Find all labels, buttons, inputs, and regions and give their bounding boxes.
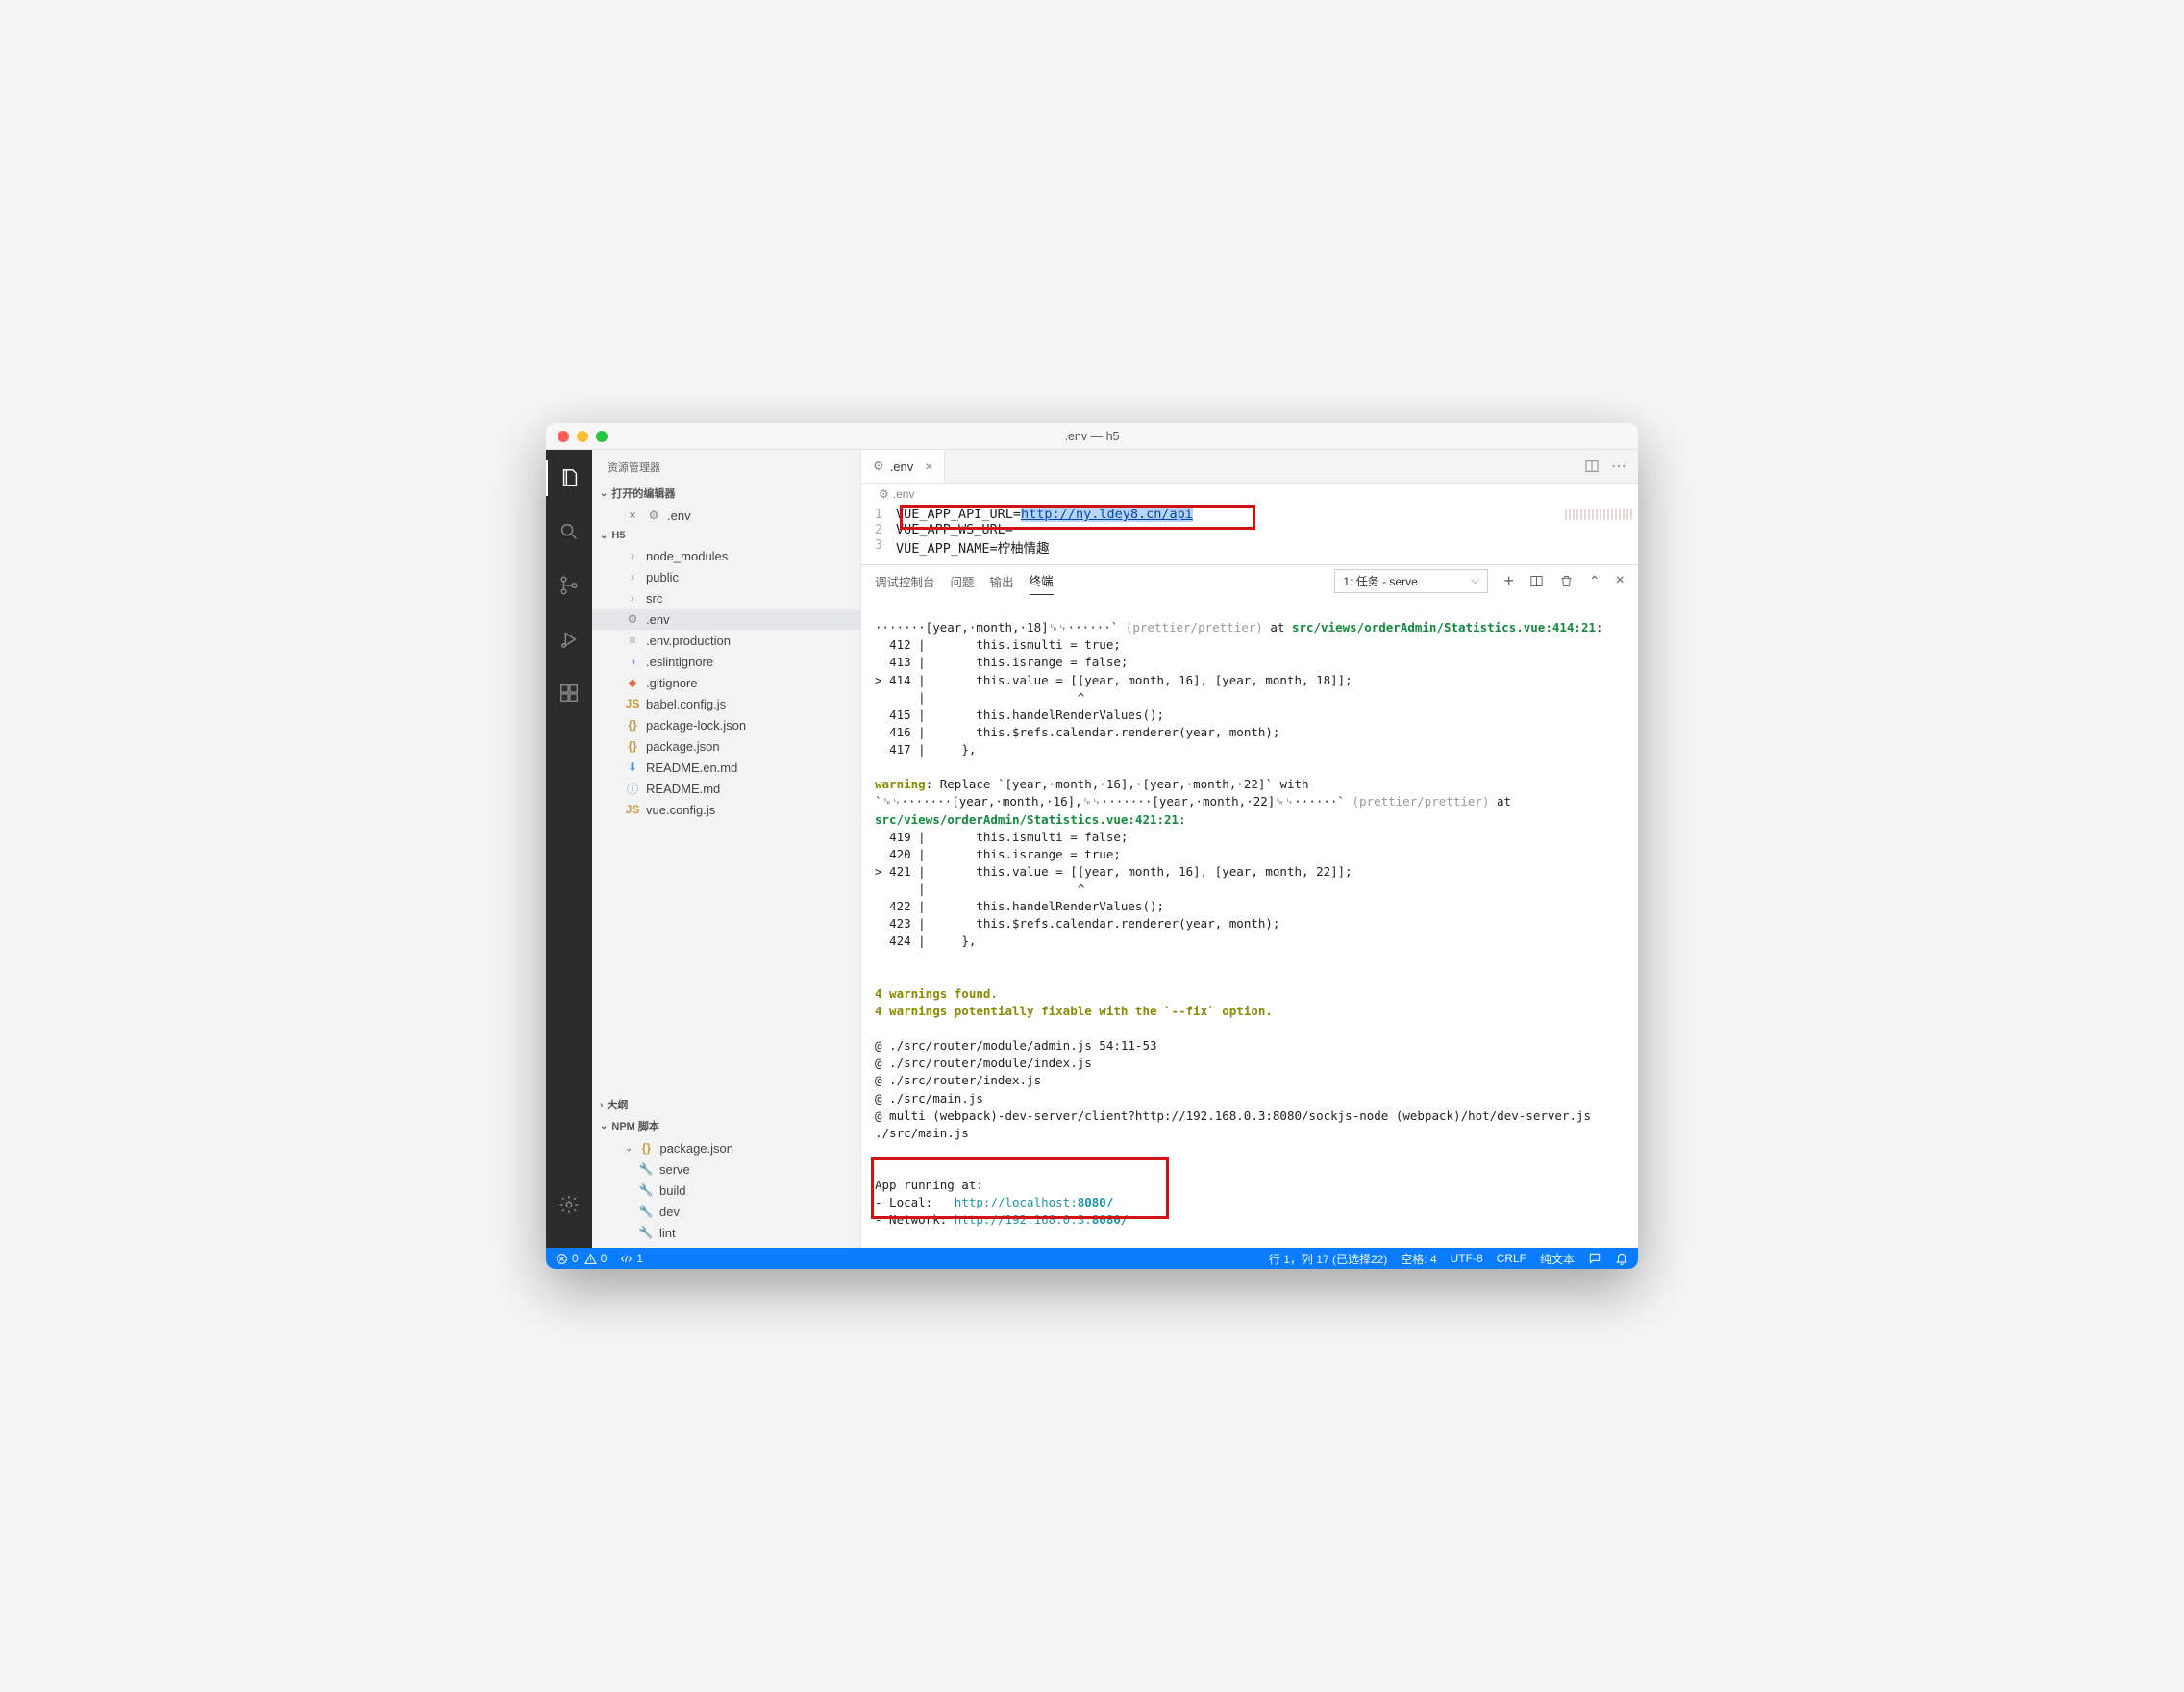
debug-icon[interactable] <box>546 621 592 658</box>
split-editor-icon[interactable] <box>1584 459 1600 474</box>
tab-bar: ⚙ .env × ⋯ <box>861 450 1638 484</box>
panel-tab-problems[interactable]: 问题 <box>951 567 975 595</box>
minimap[interactable] <box>1565 509 1632 520</box>
status-bell-icon[interactable] <box>1615 1252 1628 1265</box>
download-icon: ⬇ <box>625 759 640 775</box>
open-editor-item[interactable]: × ⚙ .env <box>592 505 860 526</box>
window-title: .env — h5 <box>546 430 1638 443</box>
file-icon: ≡ <box>625 633 640 648</box>
git-icon: ◆ <box>625 675 640 690</box>
close-icon[interactable]: × <box>625 508 640 523</box>
settings-gear-icon[interactable] <box>546 1186 592 1223</box>
tab-env[interactable]: ⚙ .env × <box>861 450 945 483</box>
panel-tab-bar: 调试控制台 问题 输出 终端 1: 任务 - serve + ⌃ × <box>861 565 1638 596</box>
file-package-lock[interactable]: {}package-lock.json <box>592 714 860 735</box>
tab-label: .env <box>890 460 914 474</box>
js-icon: JS <box>625 696 640 711</box>
code-editor[interactable]: 1VUE_APP_API_URL=http://ny.ldey8.cn/api … <box>861 505 1638 564</box>
gear-icon: ⚙ <box>646 508 661 523</box>
npm-scripts-header[interactable]: ⌄NPM 脚本 <box>592 1115 860 1136</box>
wrench-icon: 🔧 <box>638 1161 654 1177</box>
status-ports[interactable]: 1 <box>620 1252 643 1265</box>
open-editor-label: .env <box>667 509 691 523</box>
js-icon: JS <box>625 802 640 817</box>
file-env[interactable]: ⚙.env <box>592 609 860 630</box>
folder-node-modules[interactable]: node_modules <box>592 545 860 566</box>
terminal-task-select[interactable]: 1: 任务 - serve <box>1334 569 1488 593</box>
panel-tab-output[interactable]: 输出 <box>990 567 1014 595</box>
chevron-down-icon: ⌄ <box>625 1143 633 1154</box>
file-package-json[interactable]: {}package.json <box>592 735 860 757</box>
npm-script-serve[interactable]: 🔧serve <box>592 1158 860 1180</box>
folder-public[interactable]: public <box>592 566 860 587</box>
open-editors-header[interactable]: ⌄打开的编辑器 <box>592 483 860 504</box>
info-icon: ⓘ <box>625 781 640 796</box>
bottom-panel: 调试控制台 问题 输出 终端 1: 任务 - serve + ⌃ × <box>861 564 1638 1248</box>
project-header[interactable]: ⌄H5 <box>592 527 860 544</box>
file-gitignore[interactable]: ◆.gitignore <box>592 672 860 693</box>
maximize-panel-icon[interactable]: ⌃ <box>1589 573 1601 589</box>
terminal-output[interactable]: ·······[year,·month,·18]␍␊······` (prett… <box>861 596 1638 1248</box>
panel-tab-terminal[interactable]: 终端 <box>1030 566 1054 595</box>
close-panel-icon[interactable]: × <box>1616 572 1625 589</box>
status-errors[interactable]: 0 <box>556 1252 579 1265</box>
npm-script-dev[interactable]: 🔧dev <box>592 1201 860 1222</box>
gear-icon: ⚙ <box>625 611 640 627</box>
activity-bar <box>546 450 592 1248</box>
kill-terminal-icon[interactable] <box>1559 574 1574 588</box>
eslint-icon: ◑ <box>625 654 640 669</box>
source-control-icon[interactable] <box>546 567 592 604</box>
file-eslintignore[interactable]: ◑.eslintignore <box>592 651 860 672</box>
json-icon: {} <box>625 738 640 754</box>
status-encoding[interactable]: UTF-8 <box>1451 1252 1483 1265</box>
status-warnings[interactable]: 0 <box>584 1252 608 1265</box>
status-language[interactable]: 纯文本 <box>1540 1251 1575 1267</box>
folder-src[interactable]: src <box>592 587 860 609</box>
npm-script-lint[interactable]: 🔧lint <box>592 1222 860 1243</box>
npm-script-build[interactable]: 🔧build <box>592 1180 860 1201</box>
gear-icon: ⚙ <box>879 487 889 501</box>
close-tab-icon[interactable]: × <box>919 459 932 474</box>
file-readme[interactable]: ⓘREADME.md <box>592 778 860 799</box>
panel-tab-debug[interactable]: 调试控制台 <box>875 567 935 595</box>
outline-header[interactable]: ›大纲 <box>592 1094 860 1115</box>
file-readme-en[interactable]: ⬇README.en.md <box>592 757 860 778</box>
wrench-icon: 🔧 <box>638 1225 654 1240</box>
vscode-window: .env — h5 <box>546 423 1638 1269</box>
new-terminal-icon[interactable]: + <box>1503 571 1514 591</box>
breadcrumb[interactable]: ⚙ .env <box>861 484 1638 505</box>
file-vue-config[interactable]: JSvue.config.js <box>592 799 860 820</box>
wrench-icon: 🔧 <box>638 1182 654 1198</box>
chevron-right-icon <box>625 569 640 585</box>
minimize-window-button[interactable] <box>577 431 588 442</box>
split-terminal-icon[interactable] <box>1529 574 1544 588</box>
more-actions-icon[interactable]: ⋯ <box>1611 457 1626 476</box>
file-babel-config[interactable]: JSbabel.config.js <box>592 693 860 714</box>
json-icon: {} <box>638 1140 654 1156</box>
status-feedback-icon[interactable] <box>1588 1252 1601 1265</box>
explorer-icon[interactable] <box>546 460 592 496</box>
sidebar-title: 资源管理器 <box>592 450 860 483</box>
chevron-right-icon <box>625 590 640 606</box>
titlebar: .env — h5 <box>546 423 1638 450</box>
json-icon: {} <box>625 717 640 733</box>
maximize-window-button[interactable] <box>596 431 608 442</box>
extensions-icon[interactable] <box>546 675 592 711</box>
npm-package-json[interactable]: ⌄{}package.json <box>592 1137 860 1158</box>
close-window-button[interactable] <box>558 431 569 442</box>
sidebar: 资源管理器 ⌄打开的编辑器 × ⚙ .env ⌄H5 node_modules … <box>592 450 861 1248</box>
wrench-icon: 🔧 <box>638 1204 654 1219</box>
status-spaces[interactable]: 空格: 4 <box>1401 1251 1436 1267</box>
search-icon[interactable] <box>546 513 592 550</box>
editor-area: ⚙ .env × ⋯ ⚙ .env 1VUE_APP_ <box>861 450 1638 1248</box>
status-cursor[interactable]: 行 1，列 17 (已选择22) <box>1269 1251 1387 1267</box>
gear-icon: ⚙ <box>873 459 884 474</box>
status-eol[interactable]: CRLF <box>1497 1252 1526 1265</box>
traffic-lights <box>558 431 608 442</box>
chevron-right-icon <box>625 548 640 563</box>
status-bar: 0 0 1 行 1，列 17 (已选择22) 空格: 4 UTF-8 CRLF … <box>546 1248 1638 1269</box>
file-env-production[interactable]: ≡.env.production <box>592 630 860 651</box>
